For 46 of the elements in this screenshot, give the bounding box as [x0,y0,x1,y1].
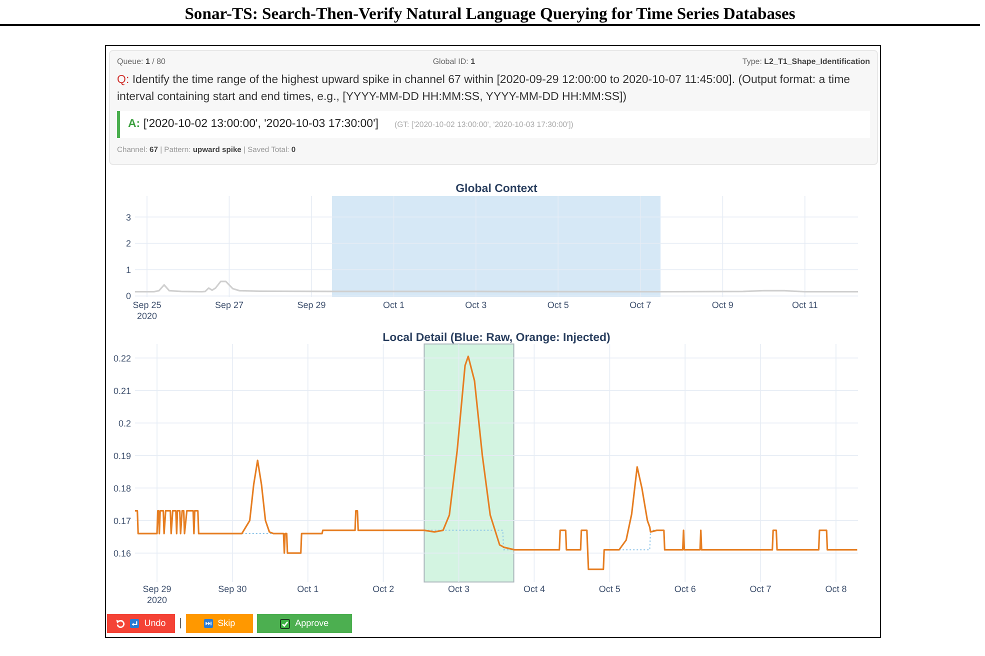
global-id-label: Global ID: 1 [432,57,476,67]
x-tick-label: Oct 9 [712,300,734,310]
x-tick-label: Oct 5 [598,584,620,594]
y-tick-label: 3 [126,212,131,222]
approve-button[interactable]: Approve [256,614,352,633]
separator-text: | [179,618,182,629]
answer-text: A: ['2020-10-02 13:00:00', '2020-10-03 17:30:00'] [128,116,378,132]
undo-button[interactable]: Undo [107,614,175,633]
y-tick-label: 0.19 [113,450,131,461]
x-tick-label: Oct 5 [547,300,569,310]
y-tick-label: 2 [126,238,131,249]
x-tick-label: Oct 1 [382,300,404,310]
return-arrow-icon [130,619,140,628]
question-text: Q: Identify the time range of the highest upward spike in channel 67 within [2020-09-29 12:00:00 to 2020-10-07 11:45:00]. (Output format: a time interval containing start and end times, e.g., [YYYY-MM-DD HH:MM:SS, YYYY-MM-DD HH:MM:SS]) [117,73,852,105]
x-tick-label: Sep 29 2020 [142,584,172,605]
undo-arrow-icon [116,619,126,628]
x-tick-label: Oct 2 [372,584,394,594]
x-tick-label: Oct 7 [630,300,652,310]
y-tick-label: 0.2 [118,418,131,428]
x-tick-label: Oct 3 [448,584,470,594]
paper-title: Sonar-TS: Search-Then-Verify Natural Language Querying for Time Series Databases [184,4,796,23]
task-type-label: Type: L2_T1_Shape_Identification [742,57,870,67]
y-tick-label: 0.16 [113,548,131,558]
x-tick-label: Oct 3 [465,300,487,310]
x-tick-label: Oct 8 [825,584,847,594]
x-tick-label: Oct 11 [792,300,818,310]
y-tick-label: 0.18 [113,483,131,494]
x-tick-label: Oct 1 [297,584,319,594]
x-tick-label: Sep 30 [218,584,247,594]
y-tick-label: 0.21 [113,386,131,396]
x-tick-label: Sep 25 2020 [132,300,162,321]
y-tick-label: 0 [126,291,131,302]
x-tick-label: Oct 4 [523,584,545,594]
skip-button[interactable]: Skip [186,614,253,633]
x-tick-label: Sep 27 [214,300,244,310]
y-tick-label: 1 [126,264,131,275]
queue-counter: Queue: 1 / 80 [117,57,166,67]
chart-title: Global Context [456,183,538,195]
y-tick-label: 0.17 [113,516,131,526]
y-tick-label: 0.22 [113,353,131,364]
x-tick-label: Sep 29 [297,300,326,310]
next-track-icon [204,619,213,628]
x-tick-label: Oct 7 [750,584,772,594]
x-tick-label: Oct 6 [674,584,696,594]
checkmark-icon [280,618,290,628]
chart-title: Local Detail (Blue: Raw, Orange: Injected) [382,332,610,344]
